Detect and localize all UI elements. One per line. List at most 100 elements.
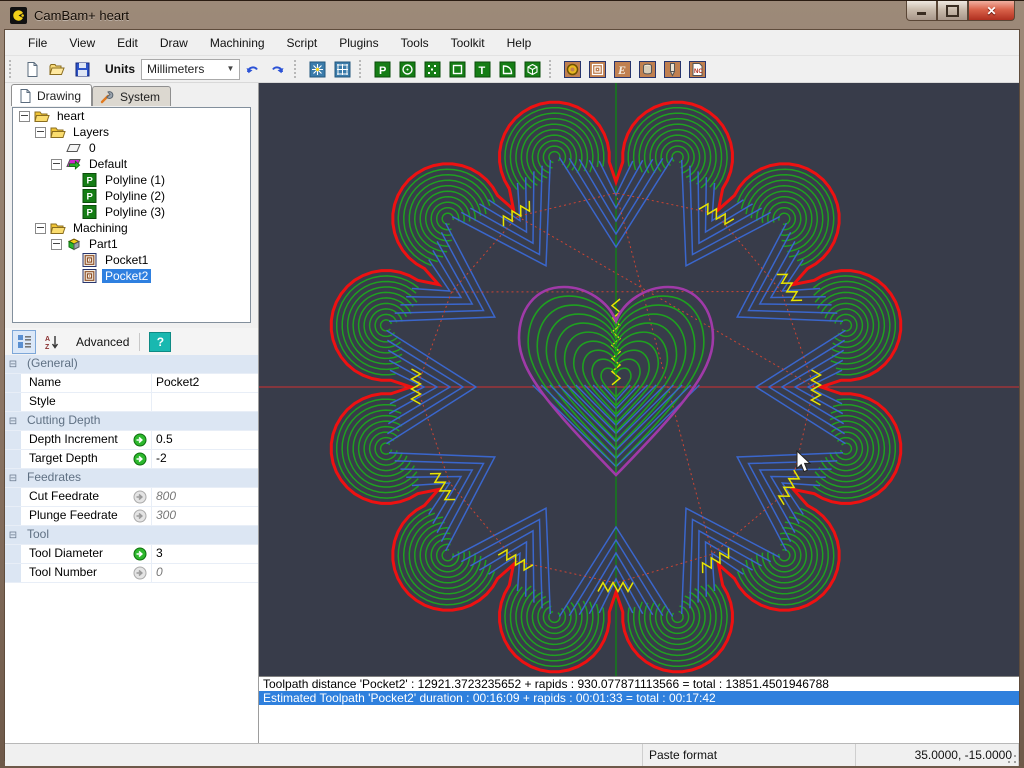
- save-file-button[interactable]: [71, 58, 94, 81]
- generate-gcode-button[interactable]: NC: [686, 58, 709, 81]
- undo-button[interactable]: [241, 58, 264, 81]
- menu-draw[interactable]: Draw: [149, 33, 199, 53]
- minimize-button[interactable]: [906, 1, 937, 21]
- property-category--general-[interactable]: ⊟(General): [5, 355, 258, 374]
- mop-engrave-button[interactable]: E: [611, 58, 634, 81]
- property-row-name[interactable]: NamePocket2: [5, 374, 258, 393]
- combo-dropdown-icon[interactable]: ▼: [224, 62, 237, 75]
- property-value[interactable]: 0: [152, 564, 258, 582]
- category-collapse-icon[interactable]: ⊟: [5, 469, 21, 487]
- tree-item-machining[interactable]: Machining: [13, 220, 250, 236]
- tree-item-label: Machining: [70, 221, 131, 235]
- property-value[interactable]: 800: [152, 488, 258, 506]
- property-value[interactable]: [152, 393, 258, 411]
- draw-arc-button[interactable]: [496, 58, 519, 81]
- redo-button[interactable]: [266, 58, 289, 81]
- tree-item-heart[interactable]: heart: [13, 108, 250, 124]
- tab-system[interactable]: System: [92, 86, 171, 106]
- property-row-tool-number[interactable]: Tool Number0: [5, 564, 258, 583]
- menu-plugins[interactable]: Plugins: [328, 33, 389, 53]
- resize-grip[interactable]: [1006, 753, 1018, 765]
- menu-tools[interactable]: Tools: [390, 33, 440, 53]
- tree-expander[interactable]: [51, 239, 62, 250]
- toolbar-grip[interactable]: [9, 60, 16, 78]
- property-value[interactable]: -2: [152, 450, 258, 468]
- mop-profile-button[interactable]: [561, 58, 584, 81]
- drawing-canvas[interactable]: [259, 83, 1019, 676]
- category-collapse-icon[interactable]: ⊟: [5, 355, 21, 373]
- menu-view[interactable]: View: [58, 33, 106, 53]
- property-category-cutting-depth[interactable]: ⊟Cutting Depth: [5, 412, 258, 431]
- set-value-icon: [129, 545, 152, 563]
- property-category-feedrates[interactable]: ⊟Feedrates: [5, 469, 258, 488]
- property-row-plunge-feedrate[interactable]: Plunge Feedrate300: [5, 507, 258, 526]
- property-category-tool[interactable]: ⊟Tool: [5, 526, 258, 545]
- category-label: (General): [21, 355, 78, 373]
- snap-to-points-button[interactable]: [306, 58, 329, 81]
- advanced-button[interactable]: Advanced: [76, 335, 129, 349]
- menu-help[interactable]: Help: [496, 33, 543, 53]
- draw-text-button[interactable]: T: [471, 58, 494, 81]
- categorized-view-button[interactable]: [12, 330, 36, 354]
- tree-item-0[interactable]: 0: [13, 140, 250, 156]
- draw-circle-button[interactable]: [396, 58, 419, 81]
- menu-file[interactable]: File: [17, 33, 58, 53]
- category-label: Cutting Depth: [21, 412, 100, 430]
- property-value[interactable]: Pocket2: [152, 374, 258, 392]
- units-combobox[interactable]: Millimeters▼: [141, 59, 240, 80]
- svg-text:P: P: [87, 192, 94, 203]
- draw-rectangle-button[interactable]: [446, 58, 469, 81]
- maximize-button[interactable]: [937, 1, 968, 21]
- tree-item-layers[interactable]: Layers: [13, 124, 250, 140]
- toolbar: UnitsMillimeters▼PTENC: [5, 56, 1019, 83]
- open-file-button[interactable]: [46, 58, 69, 81]
- help-button[interactable]: ?: [149, 332, 171, 352]
- toolbar-grip[interactable]: [359, 60, 366, 78]
- draw-polyline-button[interactable]: P: [371, 58, 394, 81]
- property-value[interactable]: 0.5: [152, 431, 258, 449]
- tree-item-default[interactable]: Default: [13, 156, 250, 172]
- tab-drawing[interactable]: Drawing: [11, 84, 92, 106]
- tree-item-label: Polyline (2): [102, 189, 168, 203]
- tree-expander[interactable]: [35, 223, 46, 234]
- menu-script[interactable]: Script: [276, 33, 329, 53]
- tree-item-polyline-2-[interactable]: P Polyline (2): [13, 188, 250, 204]
- tab-label: System: [120, 90, 160, 104]
- tree-expander[interactable]: [35, 127, 46, 138]
- alphabetical-sort-button[interactable]: A Z: [40, 330, 64, 354]
- toolbar-grip[interactable]: [294, 60, 301, 78]
- property-value[interactable]: 300: [152, 507, 258, 525]
- category-label: Tool: [21, 526, 49, 544]
- tree-expander[interactable]: [51, 159, 62, 170]
- mop-pocket-button[interactable]: [586, 58, 609, 81]
- snap-to-grid-button[interactable]: [331, 58, 354, 81]
- menu-machining[interactable]: Machining: [199, 33, 276, 53]
- mop-3d-profile-button[interactable]: [661, 58, 684, 81]
- property-value[interactable]: 3: [152, 545, 258, 563]
- tree-expander[interactable]: [19, 111, 30, 122]
- tree-item-polyline-1-[interactable]: PPolyline (1): [13, 172, 250, 188]
- message-line[interactable]: Toolpath distance 'Pocket2' : 12921.3723…: [259, 677, 1019, 691]
- message-line[interactable]: Estimated Toolpath 'Pocket2' duration : …: [259, 691, 1019, 705]
- menu-edit[interactable]: Edit: [106, 33, 149, 53]
- tree-item-pocket1[interactable]: Pocket1: [13, 252, 250, 268]
- window-title: CamBam+ heart: [34, 8, 129, 23]
- draw-points-button[interactable]: [421, 58, 444, 81]
- mop-drill-button[interactable]: [636, 58, 659, 81]
- tree-item-pocket2[interactable]: Pocket2: [13, 268, 250, 284]
- property-row-tool-diameter[interactable]: Tool Diameter3: [5, 545, 258, 564]
- close-button[interactable]: ✕: [968, 1, 1015, 21]
- category-collapse-icon[interactable]: ⊟: [5, 526, 21, 544]
- new-file-button[interactable]: [21, 58, 44, 81]
- category-collapse-icon[interactable]: ⊟: [5, 412, 21, 430]
- property-row-target-depth[interactable]: Target Depth-2: [5, 450, 258, 469]
- tree-item-part1[interactable]: Part1: [13, 236, 250, 252]
- property-row-cut-feedrate[interactable]: Cut Feedrate800: [5, 488, 258, 507]
- draw-3d-object-button[interactable]: [521, 58, 544, 81]
- layer-icon: [66, 141, 82, 155]
- tree-item-polyline-3-[interactable]: PPolyline (3): [13, 204, 250, 220]
- menu-toolkit[interactable]: Toolkit: [440, 33, 496, 53]
- toolbar-grip[interactable]: [549, 60, 556, 78]
- property-row-depth-increment[interactable]: Depth Increment0.5: [5, 431, 258, 450]
- property-row-style[interactable]: Style: [5, 393, 258, 412]
